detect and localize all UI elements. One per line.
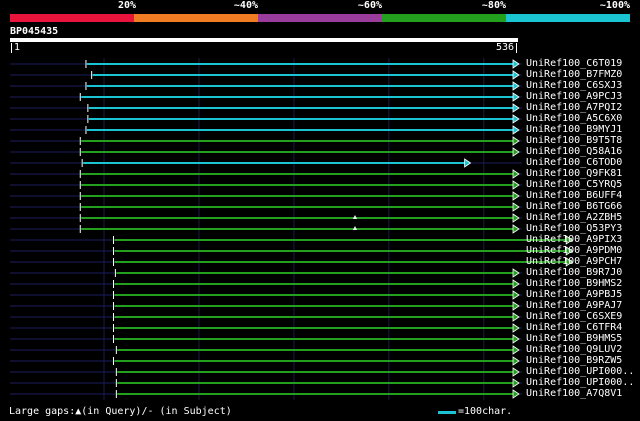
hit-arrow-icon xyxy=(464,158,472,168)
scale-label-40: ~40% xyxy=(233,0,258,11)
hit-name-link[interactable]: UniRef100_B9MYJ1 xyxy=(526,124,640,135)
scale-label-80: ~80% xyxy=(481,0,506,11)
hit-arrow-icon xyxy=(512,81,520,91)
legend-unit-text: =100char. xyxy=(458,406,513,417)
hit-name-link[interactable]: UniRef100_A5C6X0 xyxy=(526,113,640,124)
identity-scale-bar xyxy=(10,14,630,22)
hit-arrow-icon xyxy=(512,59,520,69)
hit-name-link[interactable]: UniRef100_A9PCJ3 xyxy=(526,91,640,102)
scale-segment-80 xyxy=(382,14,506,22)
hit-arrow-icon xyxy=(512,224,520,234)
hit-arrow-icon xyxy=(512,334,520,344)
hit-name-link[interactable]: UniRef100_B9RZW5 xyxy=(526,355,640,366)
hit-name-link[interactable]: UniRef100_B9T5T8 xyxy=(526,135,640,146)
legend: Large gaps:▲(in Query)/- (in Subject) =1… xyxy=(0,404,640,420)
hit-arrow-icon xyxy=(512,268,520,278)
hit-arrow-icon xyxy=(512,70,520,80)
ruler-start-tick xyxy=(11,43,12,53)
hit-arrow-icon xyxy=(512,301,520,311)
hit-name-link[interactable]: UniRef100_UPI000.. xyxy=(526,377,640,388)
hit-name-link[interactable]: UniRef100_A7Q8V1 xyxy=(526,388,640,399)
hit-arrow-icon xyxy=(512,367,520,377)
ruler-end-tick xyxy=(516,43,517,53)
hit-arrow-icon xyxy=(512,378,520,388)
hit-alignment-plot: UniRef100_C6T019 UniRef100_B7FMZ0 UniRef10… xyxy=(0,58,640,400)
identity-scale-labels: 20% ~40% ~60% ~80% ~100% xyxy=(0,0,640,14)
hit-arrow-icon xyxy=(512,389,520,399)
hit-arrow-icon xyxy=(512,356,520,366)
hit-name-link[interactable]: UniRef100_C5YRQ5 xyxy=(526,179,640,190)
legend-gaps-text: Large gaps:▲(in Query)/- (in Subject) xyxy=(9,406,232,417)
hit-name-link[interactable]: UniRef100_A2ZBH5 xyxy=(526,212,640,223)
scale-label-60: ~60% xyxy=(357,0,382,11)
scale-segment-20 xyxy=(10,14,134,22)
hit-arrow-icon xyxy=(512,323,520,333)
hit-name-link[interactable]: UniRef100_C6SXE9 xyxy=(526,311,640,322)
hit-name-link[interactable]: UniRef100_C6TFR4 xyxy=(526,322,640,333)
query-ruler: 1 536 xyxy=(10,42,518,54)
hit-name-link[interactable]: UniRef100_B9R7J0 xyxy=(526,267,640,278)
ruler-start-label: 1 xyxy=(14,42,21,53)
hit-name-link[interactable]: UniRef100_A7PQI2 xyxy=(526,102,640,113)
hit-arrow-icon xyxy=(512,180,520,190)
hit-name-link[interactable]: UniRef100_A9PDM0 xyxy=(526,245,640,256)
hit-name-link[interactable]: UniRef100_A9PBJ5 xyxy=(526,289,640,300)
hit-name-link[interactable]: UniRef100_B7FMZ0 xyxy=(526,69,640,80)
hit-arrow-icon xyxy=(512,312,520,322)
hit-arrow-icon xyxy=(512,147,520,157)
hit-name-link[interactable]: UniRef100_C6SXJ3 xyxy=(526,80,640,91)
hit-name-link[interactable]: UniRef100_UPI000.. xyxy=(526,366,640,377)
scale-label-100: ~100% xyxy=(599,0,630,11)
hit-arrow-icon xyxy=(512,136,520,146)
hit-arrow-icon xyxy=(512,125,520,135)
hit-name-link[interactable]: UniRef100_B9HMS2 xyxy=(526,278,640,289)
hit-arrow-icon xyxy=(512,345,520,355)
hit-arrow-icon xyxy=(512,290,520,300)
hit-name-link[interactable]: UniRef100_Q58A16 xyxy=(526,146,640,157)
scale-segment-60 xyxy=(258,14,382,22)
hit-arrow-icon xyxy=(512,92,520,102)
hit-name-link[interactable]: UniRef100_B6UFF4 xyxy=(526,190,640,201)
scale-label-20: 20% xyxy=(117,0,136,11)
hit-name-link[interactable]: UniRef100_A9PIX3 xyxy=(526,234,640,245)
query-id: BP045435 xyxy=(10,26,59,37)
hit-name-link[interactable]: UniRef100_Q9LUV2 xyxy=(526,344,640,355)
hit-name-link[interactable]: UniRef100_B9HMS5 xyxy=(526,333,640,344)
hit-arrow-icon xyxy=(512,114,520,124)
hit-arrow-icon xyxy=(512,103,520,113)
hit-name-link[interactable]: UniRef100_Q9FK81 xyxy=(526,168,640,179)
hit-arrow-icon xyxy=(512,202,520,212)
ruler-end-label: 536 xyxy=(495,42,514,53)
hit-name-link[interactable]: UniRef100_C6TOD0 xyxy=(526,157,640,168)
scale-segment-100 xyxy=(506,14,630,22)
hit-name-link[interactable]: UniRef100_C6T019 xyxy=(526,58,640,69)
hit-name-link[interactable]: UniRef100_A9PAJ7 xyxy=(526,300,640,311)
hit-name-link[interactable]: UniRef100_B6TG66 xyxy=(526,201,640,212)
hit-arrow-icon xyxy=(512,279,520,289)
hit-arrow-icon xyxy=(512,213,520,223)
hit-name-link[interactable]: UniRef100_A9PCH7 xyxy=(526,256,640,267)
hit-name-link[interactable]: UniRef100_Q53PY3 xyxy=(526,223,640,234)
hit-arrow-icon xyxy=(512,169,520,179)
hit-arrow-icon xyxy=(512,191,520,201)
scale-segment-40 xyxy=(134,14,258,22)
legend-scale-swatch xyxy=(438,411,456,414)
